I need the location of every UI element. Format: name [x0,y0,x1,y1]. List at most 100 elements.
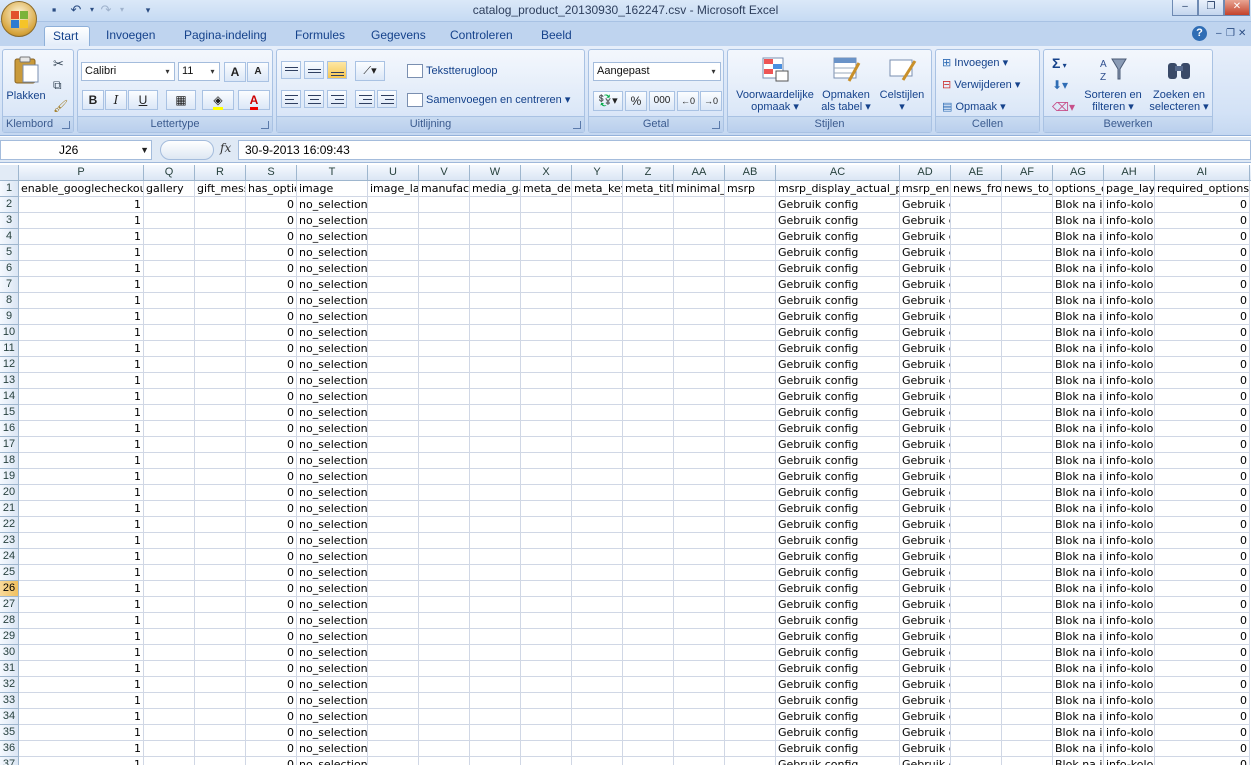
align-middle-icon[interactable] [304,61,324,79]
cell-y4[interactable] [572,229,623,245]
format-as-table-button[interactable]: Opmaken als tabel ▾ [820,55,872,113]
cell-s33[interactable]: 0 [246,693,297,709]
cell-p33[interactable]: 1 [19,693,144,709]
cell-ac9[interactable]: Gebruik config [776,309,900,325]
cell-z23[interactable] [623,533,674,549]
cell-w7[interactable] [470,277,521,293]
cell-ai33[interactable]: 0 [1155,693,1250,709]
cell-w9[interactable] [470,309,521,325]
cell-p11[interactable]: 1 [19,341,144,357]
cell-z13[interactable] [623,373,674,389]
cell-v13[interactable] [419,373,470,389]
cell-p22[interactable]: 1 [19,517,144,533]
cell-v1[interactable]: manufacturer [419,181,470,197]
cell-v26[interactable] [419,581,470,597]
cell-t28[interactable]: no_selection [297,613,368,629]
cell-r19[interactable] [195,469,246,485]
cell-ah23[interactable]: info-kolom [1104,533,1155,549]
cell-ag12[interactable]: Blok na info-kolom [1053,357,1104,373]
row-header[interactable]: 6 [0,261,19,277]
cell-ac35[interactable]: Gebruik config [776,725,900,741]
cell-r2[interactable] [195,197,246,213]
cell-u5[interactable] [368,245,419,261]
cell-af8[interactable] [1002,293,1053,309]
cell-ab22[interactable] [725,517,776,533]
cell-ah32[interactable]: info-kolom [1104,677,1155,693]
cell-ag4[interactable]: Blok na info-kolom [1053,229,1104,245]
cell-s18[interactable]: 0 [246,453,297,469]
row-header[interactable]: 32 [0,677,19,693]
row-header[interactable]: 31 [0,661,19,677]
cell-aa12[interactable] [674,357,725,373]
cell-t19[interactable]: no_selection [297,469,368,485]
cell-ad29[interactable]: Gebruik config [900,629,951,645]
cell-z33[interactable] [623,693,674,709]
cell-z15[interactable] [623,405,674,421]
cell-p1[interactable]: enable_googlecheckout [19,181,144,197]
cell-v29[interactable] [419,629,470,645]
cell-w25[interactable] [470,565,521,581]
row-header[interactable]: 4 [0,229,19,245]
cell-ab18[interactable] [725,453,776,469]
cell-r17[interactable] [195,437,246,453]
cell-p4[interactable]: 1 [19,229,144,245]
cell-ag28[interactable]: Blok na info-kolom [1053,613,1104,629]
cell-ai34[interactable]: 0 [1155,709,1250,725]
column-header-ah[interactable]: AH [1104,165,1155,181]
cell-r3[interactable] [195,213,246,229]
cell-ag13[interactable]: Blok na info-kolom [1053,373,1104,389]
cell-ab4[interactable] [725,229,776,245]
cell-ab21[interactable] [725,501,776,517]
cell-ag33[interactable]: Blok na info-kolom [1053,693,1104,709]
cell-ab31[interactable] [725,661,776,677]
cell-z32[interactable] [623,677,674,693]
cell-p23[interactable]: 1 [19,533,144,549]
cell-x30[interactable] [521,645,572,661]
cell-u32[interactable] [368,677,419,693]
cell-ac2[interactable]: Gebruik config [776,197,900,213]
cell-aa7[interactable] [674,277,725,293]
cell-ad32[interactable]: Gebruik config [900,677,951,693]
cell-q4[interactable] [144,229,195,245]
cell-ad18[interactable]: Gebruik config [900,453,951,469]
cell-x13[interactable] [521,373,572,389]
cell-ac29[interactable]: Gebruik config [776,629,900,645]
cell-ae23[interactable] [951,533,1002,549]
cell-p29[interactable]: 1 [19,629,144,645]
cell-ah9[interactable]: info-kolom [1104,309,1155,325]
cell-z20[interactable] [623,485,674,501]
cell-p3[interactable]: 1 [19,213,144,229]
cell-y8[interactable] [572,293,623,309]
cell-x16[interactable] [521,421,572,437]
cell-t12[interactable]: no_selection [297,357,368,373]
align-left-icon[interactable] [281,90,301,108]
row-header[interactable]: 19 [0,469,19,485]
cell-u26[interactable] [368,581,419,597]
cell-q5[interactable] [144,245,195,261]
cell-t6[interactable]: no_selection [297,261,368,277]
cell-ae32[interactable] [951,677,1002,693]
cell-ae24[interactable] [951,549,1002,565]
cell-s9[interactable]: 0 [246,309,297,325]
delete-cells-button[interactable]: ⊟ Verwijderen ▾ [942,78,1020,91]
cell-y21[interactable] [572,501,623,517]
cell-ab16[interactable] [725,421,776,437]
cell-r18[interactable] [195,453,246,469]
cell-w28[interactable] [470,613,521,629]
cell-t23[interactable]: no_selection [297,533,368,549]
cell-aa10[interactable] [674,325,725,341]
cell-y17[interactable] [572,437,623,453]
cell-ab10[interactable] [725,325,776,341]
cell-u24[interactable] [368,549,419,565]
cell-p32[interactable]: 1 [19,677,144,693]
help-icon[interactable]: ? [1192,26,1207,41]
cell-x14[interactable] [521,389,572,405]
cell-x12[interactable] [521,357,572,373]
cell-w15[interactable] [470,405,521,421]
cell-ac5[interactable]: Gebruik config [776,245,900,261]
cell-s6[interactable]: 0 [246,261,297,277]
cell-r28[interactable] [195,613,246,629]
cell-ah28[interactable]: info-kolom [1104,613,1155,629]
cell-t27[interactable]: no_selection [297,597,368,613]
cell-ae31[interactable] [951,661,1002,677]
